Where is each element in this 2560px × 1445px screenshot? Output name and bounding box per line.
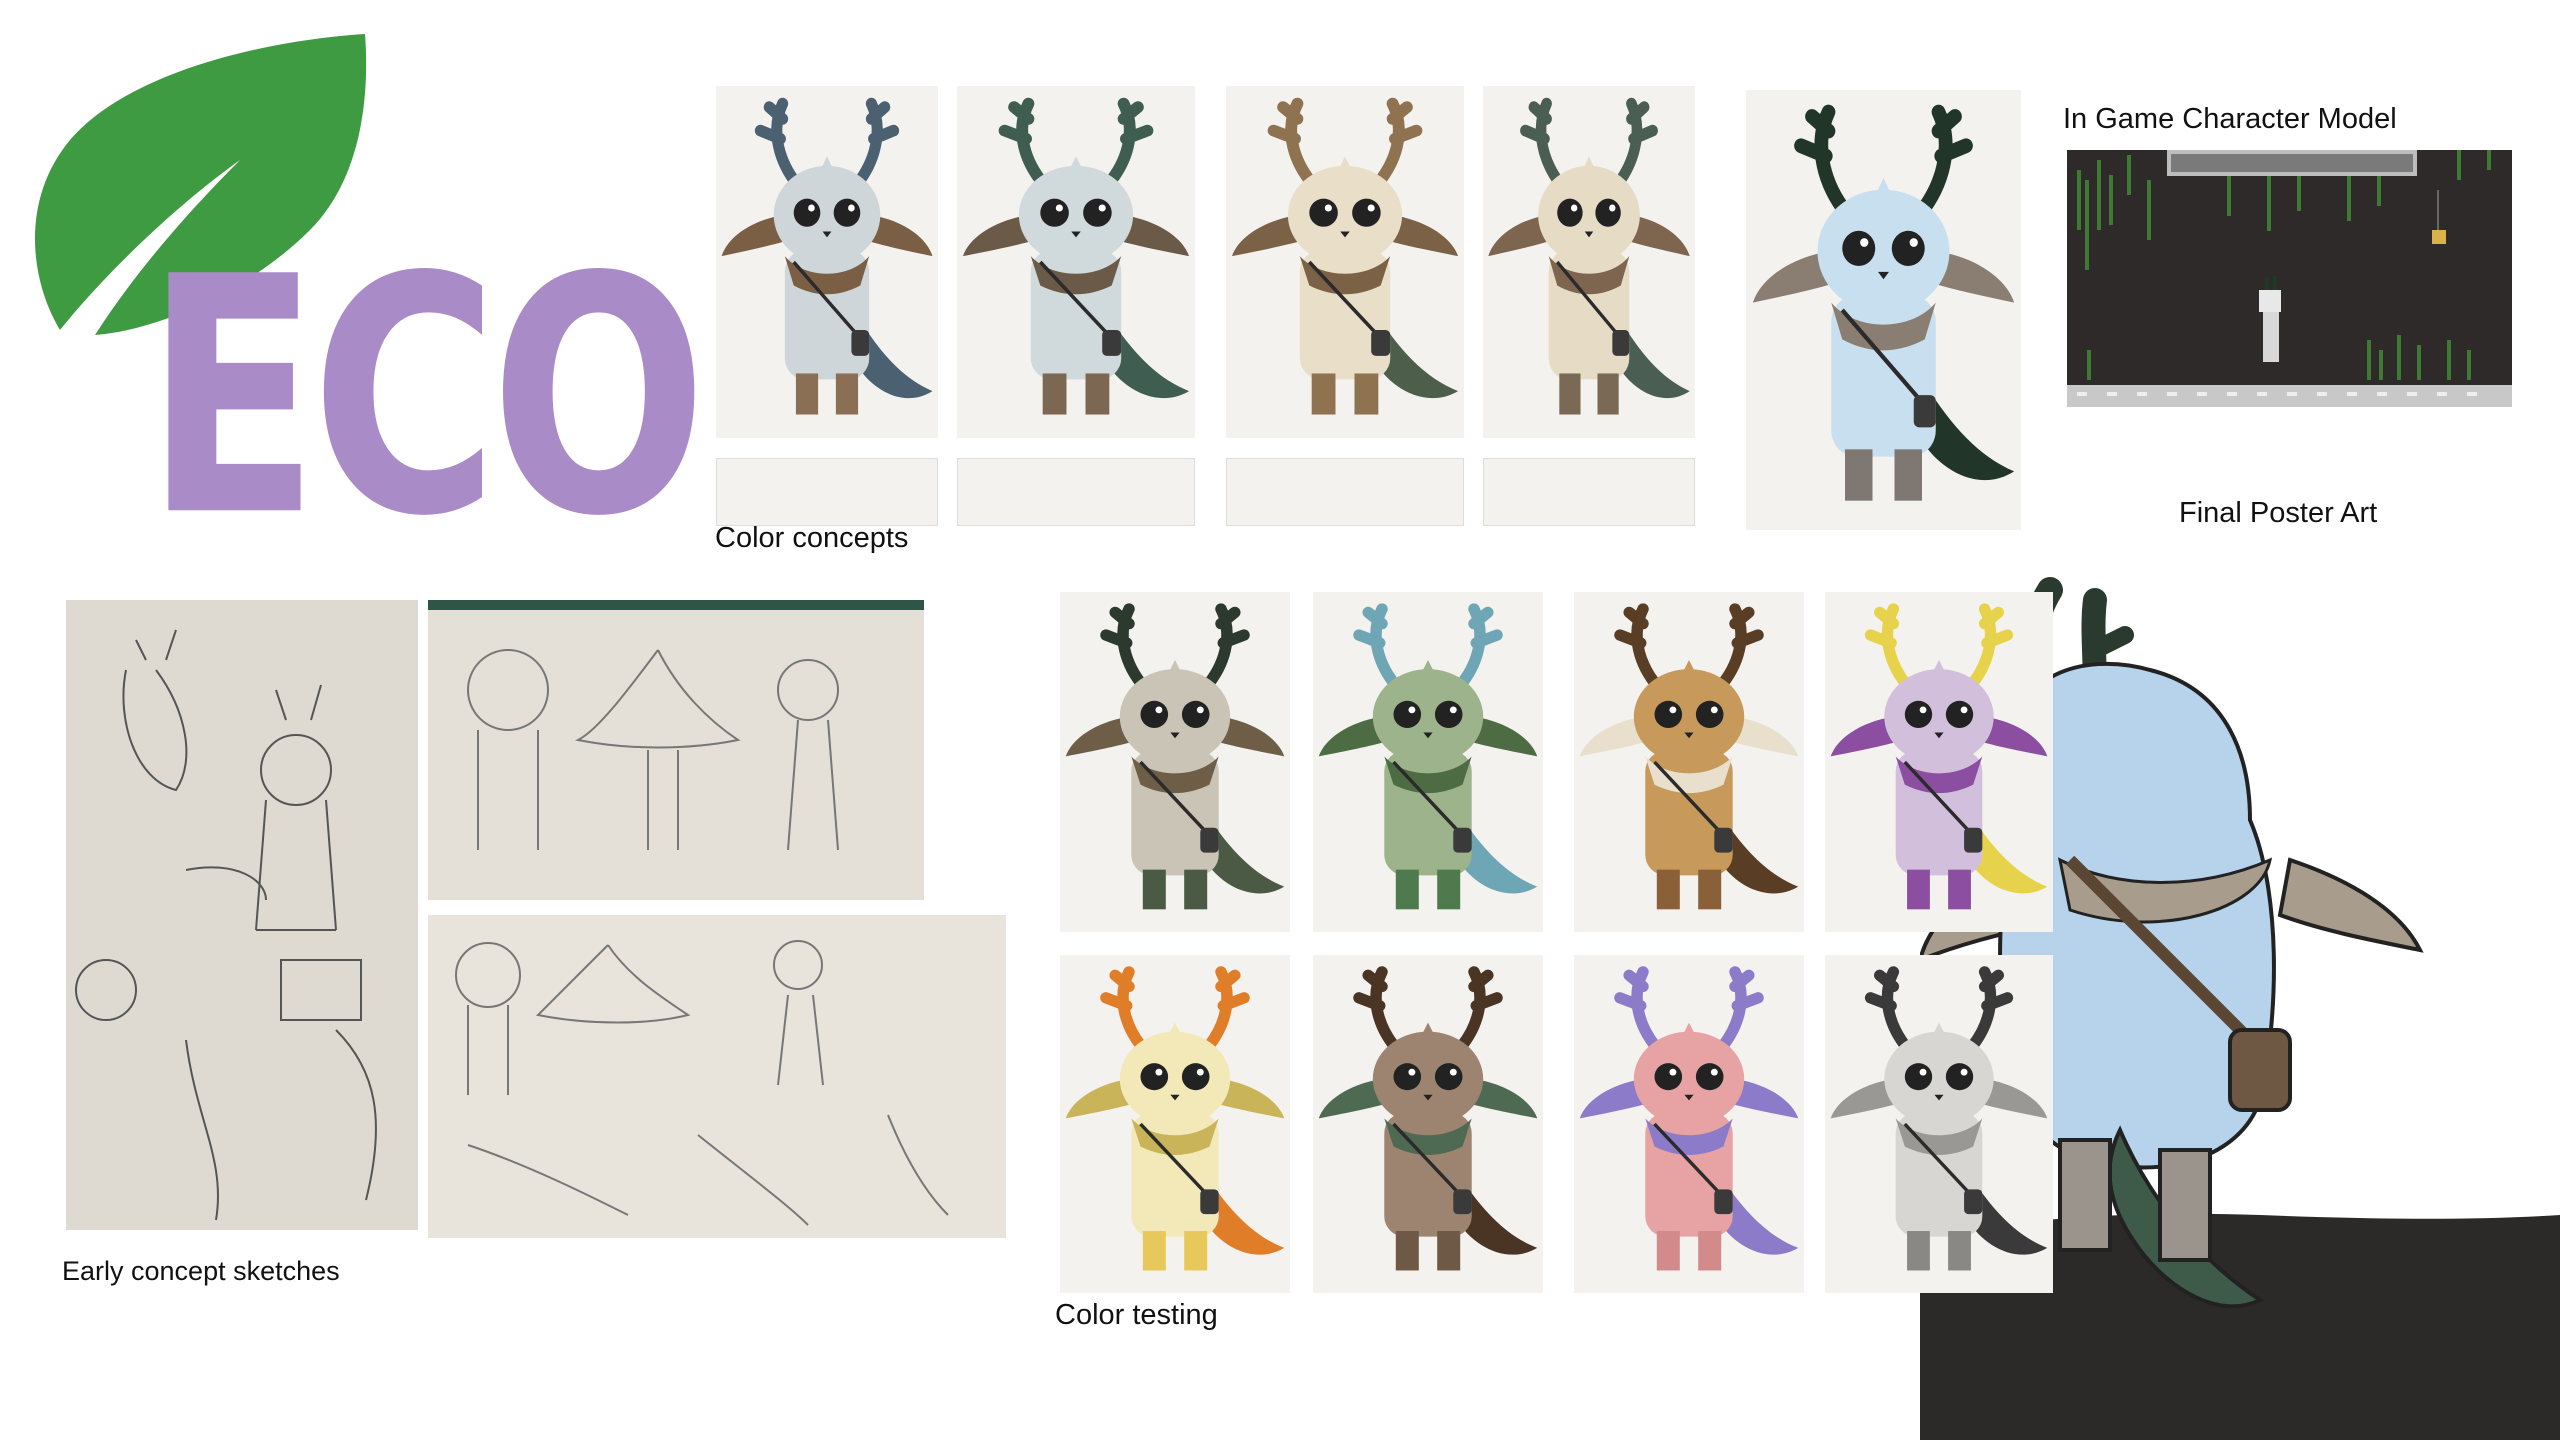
color-test-card (1060, 592, 1290, 932)
color-concept-card (1483, 86, 1695, 438)
color-test-card (1574, 955, 1804, 1293)
sketch-page-2 (428, 600, 924, 900)
caption-final-poster: Final Poster Art (2179, 497, 2378, 529)
color-concept-card (1226, 86, 1464, 438)
color-test-card (1313, 955, 1543, 1293)
sketch-page-3 (428, 915, 1006, 1238)
color-concept-card (716, 86, 938, 438)
color-test-card (1313, 592, 1543, 932)
caption-in-game-model: In Game Character Model (2063, 103, 2397, 135)
color-concept-card (1746, 90, 2021, 530)
caption-color-testing: Color testing (1055, 1299, 1218, 1331)
caption-early-sketches: Early concept sketches (62, 1256, 340, 1286)
eco-logo: ECO (20, 30, 707, 561)
color-concept-card (957, 86, 1195, 438)
concept-strip (957, 458, 1195, 526)
in-game-screenshot (2067, 150, 2512, 407)
color-test-card (1825, 592, 2053, 932)
concept-strip (1483, 458, 1695, 526)
color-test-card (1825, 955, 2053, 1293)
color-test-card (1574, 592, 1804, 932)
concept-strip (1226, 458, 1464, 526)
caption-color-concepts: Color concepts (715, 522, 909, 554)
logo-text: ECO (145, 208, 707, 589)
concept-strip (716, 458, 938, 526)
sketch-page-1 (66, 600, 418, 1230)
color-test-card (1060, 955, 1290, 1293)
